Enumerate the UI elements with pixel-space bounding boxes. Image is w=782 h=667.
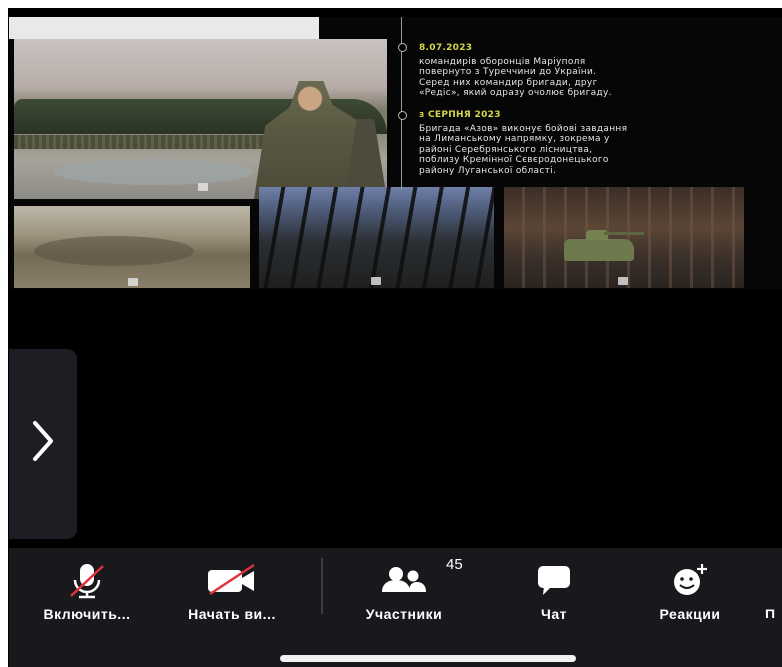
start-video-button[interactable]: Начать ви... <box>159 558 305 622</box>
chevron-right-icon <box>33 421 53 461</box>
watermark-icon <box>618 277 628 285</box>
timeline-line-text: «Редіс», який одразу очолює бригаду. <box>419 88 612 98</box>
photo-soldier-formation <box>14 39 387 199</box>
photo-forest-tank <box>504 187 744 288</box>
chat-icon <box>538 566 570 595</box>
screen-top-border <box>0 0 782 8</box>
toolbar-divider <box>321 558 323 614</box>
photo-field-trench <box>14 206 250 288</box>
reaction-icon <box>674 564 707 595</box>
timeline-line-text: командирів оборонців Маріуполя <box>419 56 586 67</box>
chat-label: Чат <box>541 606 567 622</box>
timeline-date: з СЕРПНЯ 2023 <box>419 110 501 120</box>
video-off-icon <box>208 563 255 596</box>
timeline-line-text: районі Серебрянського лісництва, <box>419 144 593 155</box>
more-label: П <box>765 606 776 618</box>
timeline-line-text: району Луганської області. <box>419 165 557 176</box>
timeline-line-text: Серед них командир бригади, друг <box>419 77 598 88</box>
home-indicator[interactable] <box>280 655 576 662</box>
timeline-date: 8.07.2023 <box>419 43 473 53</box>
participants-icon <box>382 567 426 592</box>
side-panel-toggle[interactable] <box>9 349 77 539</box>
watermark-icon <box>128 278 138 286</box>
reactions-button[interactable]: Реакции <box>635 558 745 622</box>
unmute-label: Включить... <box>43 606 131 622</box>
unmute-button[interactable]: Включить... <box>13 558 161 622</box>
watermark-icon <box>198 183 208 191</box>
timeline-entry: 8.07.2023 командирів оборонців Маріуполя… <box>419 43 612 99</box>
shared-presentation-slide: 8.07.2023 командирів оборонців Маріуполя… <box>9 17 782 289</box>
participants-button[interactable]: 45 Участники <box>339 556 469 622</box>
timeline-dot <box>398 43 407 52</box>
reactions-label: Реакции <box>659 606 721 622</box>
participants-count-badge: 45 <box>446 556 463 573</box>
timeline-line-text: повернуто з Туреччини до України. <box>419 67 597 77</box>
timeline-line-text: Бригада «Азов» виконує бойові завдання <box>419 123 628 134</box>
meeting-toolbar: Включить... Начать ви... 45 Участники Ча… <box>9 548 782 667</box>
timeline-entry: з СЕРПНЯ 2023 Бригада «Азов» виконує бой… <box>419 110 627 176</box>
more-button[interactable]: П <box>751 558 781 618</box>
microphone-muted-icon <box>70 564 104 599</box>
screen-left-border <box>0 0 8 667</box>
timeline-line-text: поблизу Кремінної Сєвєродонецького <box>419 155 609 165</box>
participants-label: Участники <box>365 606 443 622</box>
timeline-dot <box>398 111 407 120</box>
timeline-line-text: на Лиманському напрямку, зокрема у <box>419 134 610 144</box>
slide-header-strip <box>9 17 319 39</box>
watermark-icon <box>371 277 381 285</box>
start-video-label: Начать ви... <box>188 606 276 622</box>
chat-button[interactable]: Чат <box>503 558 605 622</box>
photo-forest-position <box>259 187 494 288</box>
